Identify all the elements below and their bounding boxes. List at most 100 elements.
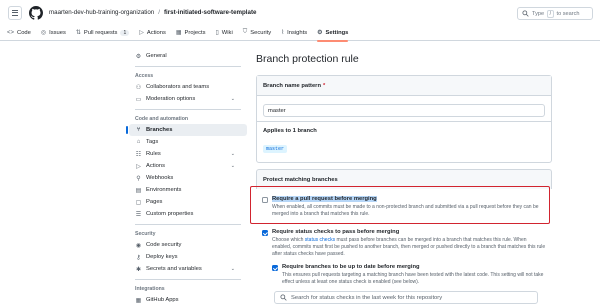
repo-tabs: <> Code ◎ Issues ⇅ Pull requests 1 ▷ Actions … <box>0 25 600 42</box>
key-icon: ⚷ <box>136 254 141 261</box>
rule-description-text: Choose which <box>272 236 304 243</box>
graph-icon: ⌇ <box>281 30 285 36</box>
sidebar-group-code-automation: Code and automation <box>135 116 189 122</box>
webhook-icon: ⚲ <box>136 175 141 182</box>
search-placeholder-before: Type <box>532 10 545 17</box>
sidebar-item-pages[interactable]: ▢ Pages <box>129 196 247 208</box>
sidebar-item-label: Branches <box>146 127 173 133</box>
org-link[interactable]: maarten-dev-hub-training-organization <box>49 9 154 16</box>
sidebar-item-github-apps[interactable]: ▦ GitHub Apps <box>129 294 247 305</box>
play-icon: ▷ <box>139 30 144 36</box>
breadcrumb-separator: / <box>158 9 160 16</box>
tag-icon: ⌂ <box>136 139 141 145</box>
repo-link[interactable]: first-initiated-software-template <box>164 9 256 16</box>
rule-description: This ensures pull requests targeting a m… <box>282 271 544 285</box>
require-status-checks-checkbox[interactable] <box>262 229 268 236</box>
sidebar-item-label: GitHub Apps <box>146 297 179 303</box>
tab-settings[interactable]: ⚙ Settings <box>317 25 349 42</box>
sidebar-item-label: General <box>146 53 167 59</box>
rule-title[interactable]: Require branches to be up to date before… <box>282 264 420 270</box>
tab-issues-label: Issues <box>49 29 66 36</box>
sidebar-divider <box>135 279 241 280</box>
tab-actions-label: Actions <box>146 29 166 36</box>
sidebar-item-secrets[interactable]: ✱ Secrets and variables ⌄ <box>129 263 247 275</box>
pull-request-icon: ⇅ <box>75 30 81 36</box>
search-icon <box>280 294 287 301</box>
sidebar-item-label: Secrets and variables <box>146 266 202 272</box>
sidebar-item-tags[interactable]: ⌂ Tags <box>129 136 247 148</box>
sidebar-item-label: Actions <box>146 163 166 169</box>
branch-pattern-box: Branch name pattern * master Applies to … <box>256 75 552 163</box>
rule-title[interactable]: Require status checks to pass before mer… <box>272 229 399 235</box>
github-logo-icon[interactable] <box>29 5 43 20</box>
search-placeholder-after: to search <box>556 10 580 17</box>
tab-insights[interactable]: ⌇ Insights <box>281 25 307 41</box>
tab-pull-requests-label: Pull requests <box>83 29 118 36</box>
require-up-to-date-checkbox[interactable] <box>272 264 278 271</box>
search-icon <box>522 10 529 17</box>
highlight-annotation-box <box>250 186 550 224</box>
browser-icon: ▢ <box>135 199 142 206</box>
sidebar-item-label: Code security <box>146 242 182 248</box>
sidebar-item-label: Tags <box>146 139 159 145</box>
sidebar-item-custom-properties[interactable]: ☰ Custom properties <box>129 208 247 220</box>
sidebar-item-general[interactable]: ⚙ General <box>129 50 247 62</box>
sidebar-item-label: Moderation options <box>146 96 196 102</box>
tab-pull-requests[interactable]: ⇅ Pull requests 1 <box>75 25 130 41</box>
settings-sidebar: ⚙ General Access ⚇ Collaborators and teams… <box>126 50 247 305</box>
chevron-down-icon: ⌄ <box>230 163 235 169</box>
status-check-search-input[interactable]: Search for status checks in the last wee… <box>274 291 538 304</box>
tab-wiki-label: Wiki <box>221 29 233 36</box>
chevron-down-icon: ⌄ <box>230 96 235 102</box>
sidebar-item-webhooks[interactable]: ⚲ Webhooks <box>129 172 247 184</box>
tab-security[interactable]: ⛉ Security <box>243 25 271 41</box>
tab-projects[interactable]: ▦ Projects <box>176 25 206 41</box>
sidebar-item-label: Rules <box>146 151 161 157</box>
sidebar-item-branches[interactable]: ⑂ Branches <box>126 124 247 136</box>
sidebar-item-environments[interactable]: ▤ Environments <box>129 184 247 196</box>
applies-label: Applies to 1 branch <box>263 128 317 134</box>
branch-tag[interactable]: master <box>263 145 288 153</box>
sidebar-item-label: Custom properties <box>146 211 194 217</box>
page-title: Branch protection rule <box>256 53 359 65</box>
tab-insights-label: Insights <box>287 29 308 36</box>
tab-security-label: Security <box>250 29 272 36</box>
rule-require-up-to-date: Require branches to be up to date before… <box>272 264 546 286</box>
sidebar-item-label: Webhooks <box>146 175 174 181</box>
branch-pattern-input[interactable]: master <box>263 104 545 117</box>
sidebar-item-deploy-keys[interactable]: ⚷ Deploy keys <box>129 251 247 263</box>
tab-actions[interactable]: ▷ Actions <box>139 25 166 41</box>
sidebar-item-collaborators[interactable]: ⚇ Collaborators and teams <box>129 81 247 93</box>
sidebar-item-label: Pages <box>146 199 163 205</box>
tab-projects-label: Projects <box>184 29 206 36</box>
shield-icon: ⛉ <box>242 29 248 35</box>
sidebar-item-label: Deploy keys <box>146 254 178 260</box>
sidebar-item-code-security[interactable]: ◉ Code security <box>129 239 247 251</box>
sidebar-item-label: Environments <box>146 187 182 193</box>
book-icon: ▯ <box>215 30 219 36</box>
tab-code[interactable]: <> Code <box>7 25 31 41</box>
sidebar-item-rules[interactable]: ☷ Rules ⌄ <box>129 148 247 160</box>
gear-icon: ⚙ <box>317 30 323 36</box>
sidebar-group-security: Security <box>135 231 156 237</box>
branch-pattern-header: Branch name pattern * <box>257 76 551 96</box>
sidebar-item-actions[interactable]: ▷ Actions ⌄ <box>129 160 247 172</box>
codescan-icon: ◉ <box>135 242 142 249</box>
tab-wiki[interactable]: ▯ Wiki <box>215 25 232 41</box>
search-input[interactable]: Type / to search <box>517 7 593 20</box>
top-bar: maarten-dev-hub-training-organization / … <box>0 0 600 25</box>
menu-icon[interactable] <box>8 5 22 20</box>
tab-issues[interactable]: ◎ Issues <box>41 25 66 41</box>
sidebar-item-label: Collaborators and teams <box>146 84 210 90</box>
tab-settings-label: Settings <box>325 29 349 36</box>
branch-pattern-label: Branch name pattern <box>263 82 321 89</box>
code-icon: <> <box>7 29 15 36</box>
note-icon: ☰ <box>135 211 142 218</box>
breadcrumb: maarten-dev-hub-training-organization / … <box>49 9 256 16</box>
rule-description: Choose which status checks must pass bef… <box>272 237 546 258</box>
rule-require-status-checks: Require status checks to pass before mer… <box>262 229 546 258</box>
status-checks-link[interactable]: status checks <box>305 237 335 243</box>
gear-icon: ⚙ <box>135 53 142 60</box>
box-divider <box>257 121 551 122</box>
sidebar-item-moderation[interactable]: ▭ Moderation options ⌄ <box>129 93 247 105</box>
